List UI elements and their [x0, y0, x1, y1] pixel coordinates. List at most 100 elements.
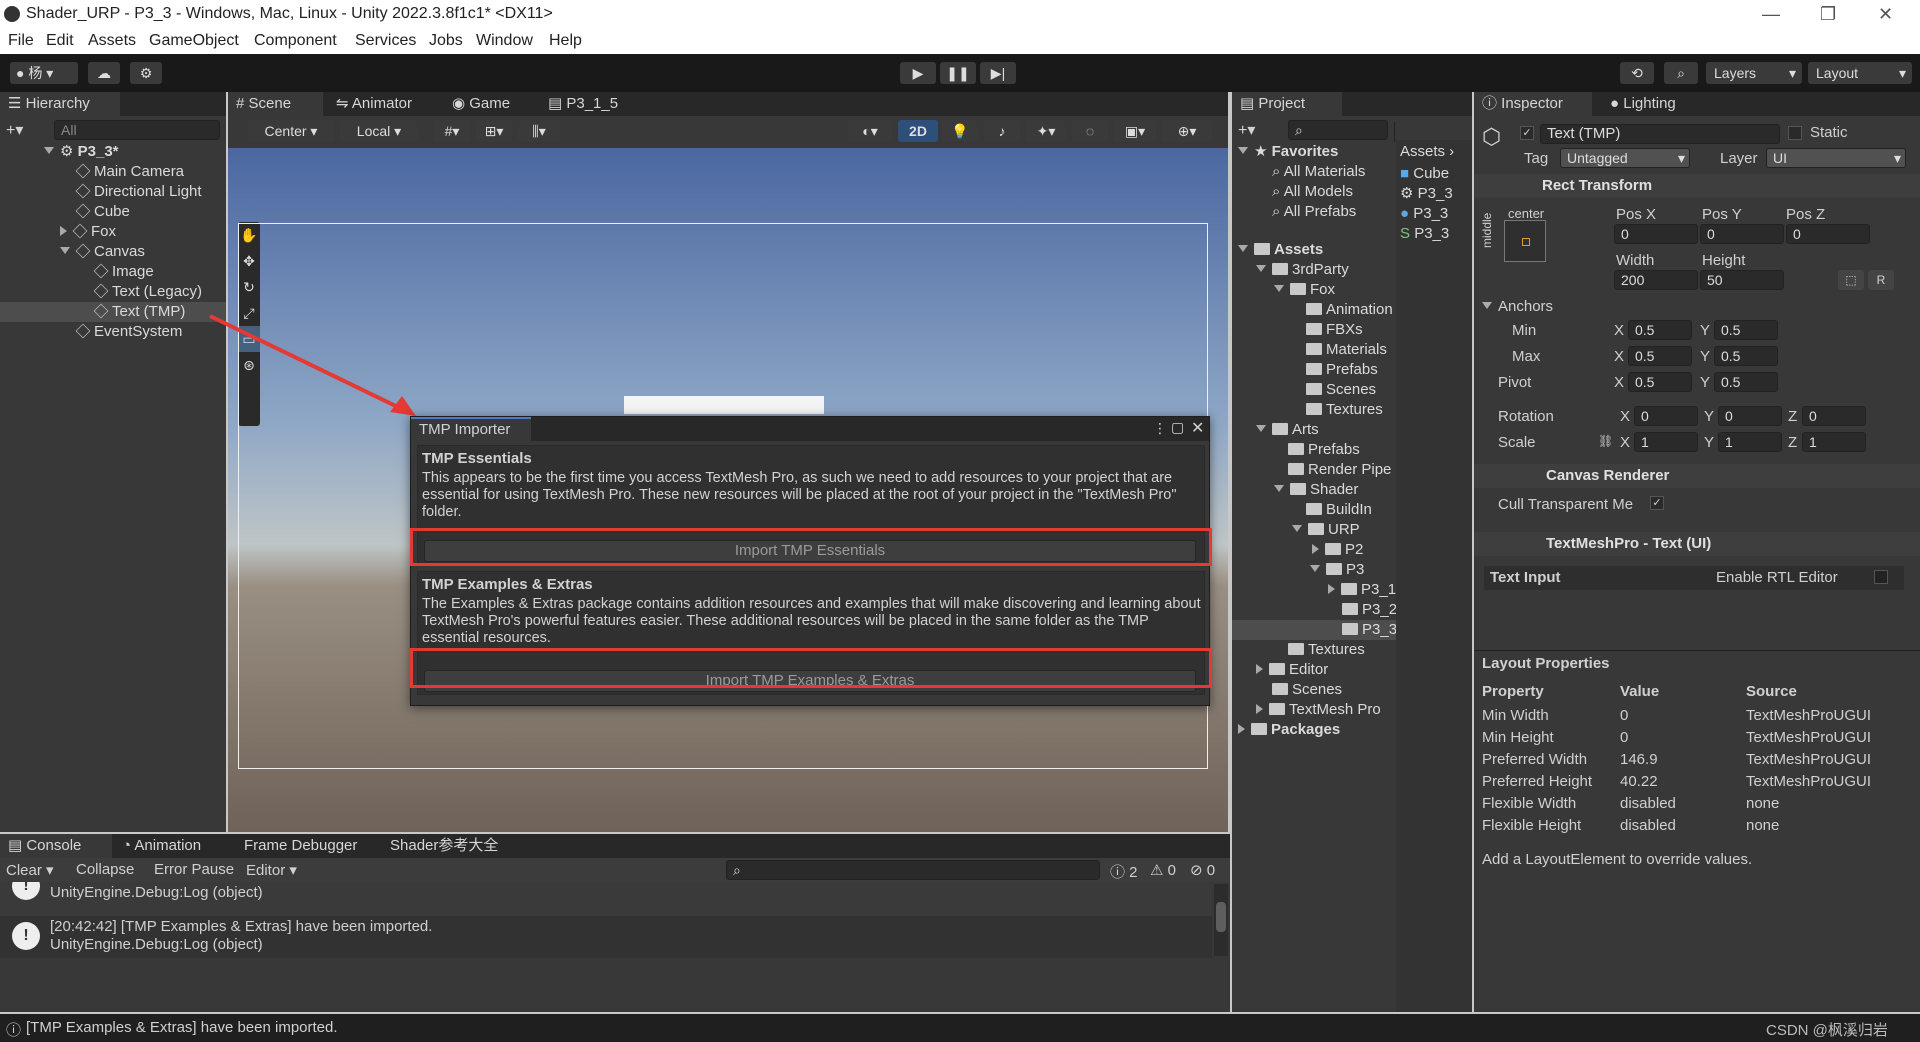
folder-item[interactable]: Scenes — [1306, 380, 1376, 400]
folder-item[interactable]: P3 — [1310, 560, 1364, 580]
project-add-icon[interactable]: +▾ — [1238, 120, 1255, 140]
maximize-icon[interactable]: ▢ — [1171, 419, 1184, 436]
layers-dropdown[interactable]: Layers ▾ — [1706, 62, 1802, 84]
pause-button[interactable]: ❚❚ — [940, 62, 976, 84]
rect-transform-header[interactable]: Rect Transform — [1474, 174, 1920, 198]
min-x-input[interactable]: 0.5 — [1628, 320, 1692, 340]
hidden-objects-icon[interactable]: ◌ — [1072, 120, 1108, 142]
rot-z-input[interactable]: 0 — [1802, 406, 1866, 426]
tab-hierarchy[interactable]: ☰ Hierarchy — [0, 92, 120, 116]
tmp-importer-tab[interactable]: TMP Importer — [411, 417, 531, 441]
editor-dropdown[interactable]: Editor ▾ — [246, 861, 297, 879]
folder-item[interactable]: Arts — [1256, 420, 1319, 440]
layout-dropdown[interactable]: Layout ▾ — [1808, 62, 1912, 84]
folder-item[interactable]: FBXs — [1306, 320, 1363, 340]
folder-item-selected[interactable]: P3_3 — [1342, 620, 1397, 640]
2d-toggle[interactable]: 2D — [898, 120, 938, 142]
warning-count[interactable]: ⚠ 0 — [1150, 861, 1176, 879]
folder-item[interactable]: Shader — [1274, 480, 1358, 500]
increment-snap-icon[interactable]: ⫼▾ — [518, 120, 560, 142]
menu-edit[interactable]: Edit — [46, 32, 74, 50]
restore-icon[interactable]: ❐ — [1820, 4, 1836, 25]
menu-jobs[interactable]: Jobs — [429, 32, 463, 50]
search-icon[interactable]: ⌕ — [1664, 62, 1698, 84]
tab-animator[interactable]: ⇋ Animator — [328, 92, 428, 116]
canvas-renderer-header[interactable]: Canvas Renderer — [1474, 464, 1920, 488]
menu-window[interactable]: Window — [476, 32, 533, 50]
close-icon[interactable]: ✕ — [1878, 4, 1893, 25]
collapse-button[interactable]: Collapse — [76, 861, 134, 878]
hierarchy-item-selected[interactable]: Text (TMP) — [93, 302, 185, 322]
cull-checkbox[interactable]: ✓ — [1650, 496, 1664, 510]
folder-item[interactable]: Prefabs — [1288, 440, 1360, 460]
anchor-preset-icon[interactable] — [1504, 220, 1546, 262]
play-button[interactable]: ▶ — [900, 62, 936, 84]
active-checkbox[interactable]: ✓ — [1520, 126, 1534, 140]
folder-item[interactable]: P3_1 — [1328, 580, 1396, 600]
folder-item[interactable]: Scenes — [1272, 680, 1342, 700]
file-item[interactable]: ⚙ P3_3 — [1400, 184, 1470, 204]
minimize-icon[interactable]: — — [1762, 4, 1780, 25]
anchors-label[interactable]: Anchors — [1482, 298, 1553, 315]
max-x-input[interactable]: 0.5 — [1628, 346, 1692, 366]
blueprint-mode-icon[interactable]: ⬚ — [1838, 270, 1864, 290]
hierarchy-item[interactable]: Fox — [60, 222, 116, 242]
clear-button[interactable]: Clear ▾ — [6, 861, 54, 879]
console-scrollbar[interactable] — [1214, 884, 1228, 956]
grid-snap-icon[interactable]: #▾ — [434, 120, 470, 142]
tab-scene[interactable]: # Scene — [228, 92, 323, 116]
fav-item[interactable]: ⌕ All Materials — [1272, 162, 1365, 182]
menu-assets[interactable]: Assets — [88, 32, 136, 50]
add-icon[interactable]: +▾ — [6, 120, 23, 140]
hierarchy-item[interactable]: Cube — [75, 202, 130, 222]
folder-item[interactable]: P3_2 — [1342, 600, 1397, 620]
history-icon[interactable]: ⟲ — [1620, 62, 1654, 84]
collab-gear-icon[interactable]: ⚙ — [130, 62, 162, 84]
tmp-component-header[interactable]: TextMeshPro - Text (UI) — [1474, 532, 1920, 556]
folder-item[interactable]: Editor — [1256, 660, 1328, 680]
packages-root[interactable]: Packages — [1238, 720, 1340, 740]
kebab-menu-icon[interactable]: ⋮ — [1153, 420, 1167, 437]
pos-x-input[interactable]: 0 — [1614, 224, 1698, 244]
menu-help[interactable]: Help — [549, 32, 582, 50]
object-name-field[interactable]: Text (TMP) — [1540, 124, 1780, 144]
tab-shader-ref[interactable]: Shader参考大全 — [382, 834, 512, 858]
error-pause-button[interactable]: Error Pause — [154, 861, 234, 878]
draw-mode-icon[interactable]: ◐▾ — [848, 120, 892, 142]
pos-y-input[interactable]: 0 — [1700, 224, 1784, 244]
grid-visibility-icon[interactable]: ⊞▾ — [476, 120, 512, 142]
tab-p3-1-5[interactable]: ▤ P3_1_5 — [540, 92, 640, 116]
error-count[interactable]: ⊘ 0 — [1190, 861, 1215, 879]
rot-y-input[interactable]: 0 — [1718, 406, 1782, 426]
folder-item[interactable]: 3rdParty — [1256, 260, 1349, 280]
console-search-input[interactable]: ⌕ — [726, 860, 1100, 880]
folder-item[interactable]: Fox — [1274, 280, 1335, 300]
tag-dropdown[interactable]: Untagged ▾ — [1560, 148, 1690, 168]
breadcrumb[interactable]: Assets › — [1400, 142, 1454, 162]
console-entry[interactable]: ! UnityEngine.Debug:Log (object) — [0, 882, 1212, 916]
raw-edit-icon[interactable]: R — [1868, 270, 1894, 290]
pivot-dropdown[interactable]: Center ▾ — [248, 120, 334, 142]
folder-item[interactable]: Textures — [1306, 400, 1383, 420]
tab-console[interactable]: ▤ Console — [0, 834, 112, 858]
camera-icon[interactable]: ▣▾ — [1114, 120, 1156, 142]
status-message[interactable]: [TMP Examples & Extras] have been import… — [26, 1019, 338, 1036]
folder-item[interactable]: BuildIn — [1306, 500, 1372, 520]
favorites-header[interactable]: ★ Favorites — [1238, 142, 1338, 162]
menu-services[interactable]: Services — [355, 32, 416, 50]
height-input[interactable]: 50 — [1700, 270, 1784, 290]
space-dropdown[interactable]: Local ▾ — [340, 120, 418, 142]
tab-frame-debugger[interactable]: Frame Debugger — [236, 834, 380, 858]
static-checkbox[interactable] — [1788, 126, 1802, 140]
scene-root[interactable]: ⚙ P3_3* — [44, 142, 119, 162]
hierarchy-item[interactable]: Canvas — [60, 242, 145, 262]
folder-item[interactable]: Textures — [1288, 640, 1365, 660]
hierarchy-item[interactable]: Text (Legacy) — [93, 282, 202, 302]
log-count[interactable]: ⓘ 2 — [1110, 861, 1138, 882]
width-input[interactable]: 200 — [1614, 270, 1698, 290]
effects-icon[interactable]: ✦▾ — [1026, 120, 1066, 142]
file-item[interactable]: ● P3_3 — [1400, 204, 1470, 224]
pos-z-input[interactable]: 0 — [1786, 224, 1870, 244]
lighting-icon[interactable]: 💡 — [942, 120, 978, 142]
account-dropdown[interactable]: ● 杨 ▾ — [10, 62, 78, 84]
